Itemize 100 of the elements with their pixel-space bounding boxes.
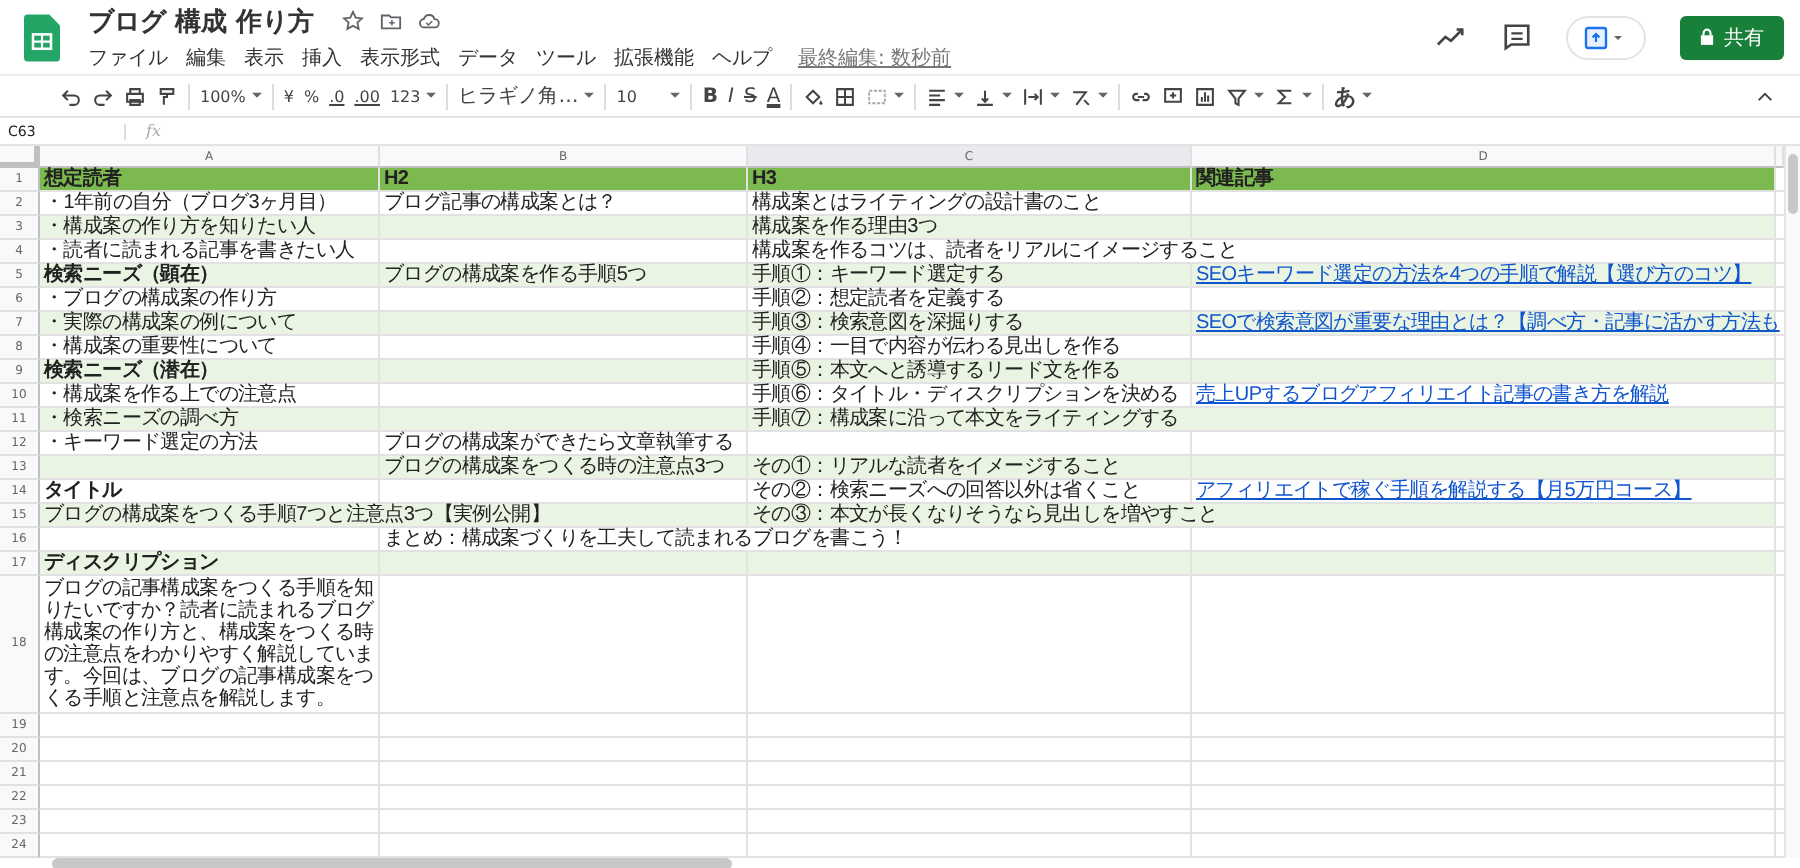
menu-item[interactable]: 表示形式 bbox=[360, 43, 440, 71]
merge-cells-icon[interactable] bbox=[866, 85, 889, 107]
text-color-button[interactable]: A bbox=[766, 85, 781, 107]
menu-item[interactable]: 拡張機能 bbox=[614, 43, 694, 71]
table-cell: ・検索ニーズの調べ方 bbox=[40, 408, 380, 432]
menu-item[interactable]: ヘルプ bbox=[712, 43, 772, 71]
table-cell: 想定読者 bbox=[40, 168, 380, 192]
link[interactable]: アフィリエイトで稼ぐ手順を解説する【月5万円コース】 bbox=[1192, 480, 1776, 504]
table-cell: ・実際の構成案の例について bbox=[40, 312, 380, 336]
filter-icon[interactable] bbox=[1226, 85, 1249, 107]
menu-item[interactable]: 編集 bbox=[186, 43, 226, 71]
link[interactable]: SEOキーワード選定の方法を4つの手順で解説【選び方のコツ】 bbox=[1192, 264, 1776, 288]
text-wrap-icon[interactable] bbox=[1022, 85, 1045, 107]
print-icon[interactable] bbox=[124, 85, 146, 107]
table-cell: ブログの構成案をつくる時の注意点3つ bbox=[380, 456, 748, 480]
redo-icon[interactable] bbox=[92, 85, 114, 107]
caret-icon[interactable] bbox=[954, 92, 965, 100]
document-title[interactable]: ブログ 構成 作り方 bbox=[88, 3, 315, 39]
horizontal-scrollbar[interactable] bbox=[52, 858, 732, 868]
table-cell: ブログの構成案ができたら文章執筆する bbox=[380, 432, 748, 456]
menu-item[interactable]: 表示 bbox=[244, 43, 284, 71]
input-tools-button[interactable]: あ bbox=[1334, 81, 1357, 111]
table-cell: ・構成案を作る上での注意点 bbox=[40, 384, 380, 408]
font-size-select[interactable]: 10 bbox=[616, 87, 637, 105]
table-cell: 手順⑦：構成案に沿って本文をライティングする bbox=[748, 408, 1776, 432]
currency-button[interactable]: ¥ bbox=[283, 87, 294, 105]
table-cell: 手順①：キーワード選定する bbox=[748, 264, 1192, 288]
paint-format-icon[interactable] bbox=[156, 85, 178, 107]
decrease-decimals-button[interactable]: .0 bbox=[329, 87, 345, 105]
fx-label: fx bbox=[146, 122, 161, 140]
caret-icon[interactable] bbox=[1362, 92, 1373, 100]
menu-item[interactable]: 挿入 bbox=[302, 43, 342, 71]
caret-icon[interactable] bbox=[670, 92, 681, 100]
fill-color-icon[interactable] bbox=[802, 85, 825, 107]
table-cell: 構成案とはライティングの設計書のこと bbox=[748, 192, 1192, 216]
table-cell: 手順⑥：タイトル・ディスクリプションを決める bbox=[748, 384, 1192, 408]
table-cell: H2 bbox=[380, 168, 748, 192]
cloud-icon[interactable] bbox=[418, 10, 441, 32]
bold-button[interactable]: B bbox=[702, 85, 719, 107]
table-cell: まとめ：構成案づくりを工夫して読まれるブログを書こう！ bbox=[380, 528, 1192, 552]
sigma-icon[interactable] bbox=[1274, 85, 1297, 107]
table-cell: その③：本文が長くなりそうなら見出しを増やすこと bbox=[748, 504, 1776, 528]
folder-icon[interactable] bbox=[380, 10, 403, 32]
table-cell: その①：リアルな読者をイメージすること bbox=[748, 456, 1192, 480]
table-cell: ・1年前の自分（ブログ3ヶ月目） bbox=[40, 192, 380, 216]
table-cell: タイトル bbox=[40, 480, 380, 504]
caret-icon[interactable] bbox=[1050, 92, 1061, 100]
caret-icon[interactable] bbox=[426, 92, 437, 100]
align-bottom-icon[interactable] bbox=[974, 85, 997, 107]
share-button[interactable]: 共有 bbox=[1680, 15, 1784, 59]
table-cell: ・構成案の重要性について bbox=[40, 336, 380, 360]
last-edit-link[interactable]: 最終編集: 数秒前 bbox=[798, 43, 952, 71]
menu-item[interactable]: データ bbox=[458, 43, 518, 71]
strikethrough-button[interactable]: S bbox=[744, 85, 757, 107]
table-cell: 手順④：一目で内容が伝わる見出しを作る bbox=[748, 336, 1192, 360]
table-cell: その②：検索ニーズへの回答以外は省くこと bbox=[748, 480, 1192, 504]
caret-icon[interactable] bbox=[584, 92, 595, 100]
menu-item[interactable]: ツール bbox=[536, 43, 596, 71]
font-select[interactable]: ヒラギノ角… bbox=[458, 82, 579, 110]
caret-icon[interactable] bbox=[1302, 92, 1313, 100]
caret-icon[interactable] bbox=[894, 92, 905, 100]
zoom-select[interactable]: 100% bbox=[200, 87, 246, 105]
table-cell: ブログの記事構成案をつくる手順を知りたいですか？読者に読まれるブログ構成案の作り方と、構成案をつくる時の注意点をわかりやすく解説しています。今回は、ブログの記事構成案をつくる手順と注意点を解説します。 bbox=[40, 576, 380, 714]
table-cell: ・読者に読まれる記事を書きたい人 bbox=[40, 240, 380, 264]
italic-button[interactable]: I bbox=[728, 85, 734, 107]
borders-icon[interactable] bbox=[834, 85, 857, 107]
text-rotate-icon[interactable] bbox=[1070, 85, 1093, 107]
number-format-button[interactable]: 123 bbox=[389, 87, 421, 105]
increase-decimals-button[interactable]: .00 bbox=[354, 87, 380, 105]
table-cell: H3 bbox=[748, 168, 1192, 192]
caret-icon[interactable] bbox=[251, 92, 262, 100]
menu-item[interactable]: ファイル bbox=[88, 43, 168, 71]
percent-button[interactable]: % bbox=[303, 87, 320, 105]
table-cell: 検索ニーズ（潜在） bbox=[40, 360, 380, 384]
table-cell: 手順②：想定読者を定義する bbox=[748, 288, 1192, 312]
table-cell: ・キーワード選定の方法 bbox=[40, 432, 380, 456]
table-cell: 手順⑤：本文へと誘導するリード文を作る bbox=[748, 360, 1192, 384]
caret-icon[interactable] bbox=[1254, 92, 1265, 100]
caret-icon[interactable] bbox=[1002, 92, 1013, 100]
undo-icon[interactable] bbox=[60, 85, 82, 107]
present-icon bbox=[1584, 25, 1628, 49]
table-cell: ディスクリプション bbox=[40, 552, 380, 576]
table-cell: 関連記事 bbox=[1192, 168, 1776, 192]
table-cell: ・ブログの構成案の作り方 bbox=[40, 288, 380, 312]
table-cell: 手順③：検索意図を深掘りする bbox=[748, 312, 1192, 336]
caret-icon[interactable] bbox=[1098, 92, 1109, 100]
comment-add-icon[interactable] bbox=[1162, 85, 1185, 107]
table-cell: 構成案を作るコツは、読者をリアルにイメージすること bbox=[748, 240, 1776, 264]
table-cell: ブログ記事の構成案とは？ bbox=[380, 192, 748, 216]
align-left-icon[interactable] bbox=[926, 85, 949, 107]
chart-icon[interactable] bbox=[1194, 85, 1217, 107]
comment-icon[interactable] bbox=[1502, 22, 1532, 52]
star-icon[interactable] bbox=[342, 10, 365, 32]
table-cell: ブログの構成案をつくる手順7つと注意点3つ【実例公開】 bbox=[40, 504, 748, 528]
sheets-logo-icon[interactable] bbox=[24, 13, 60, 61]
link[interactable]: 売上UPするブログアフィリエイト記事の書き方を解説 bbox=[1192, 384, 1776, 408]
link[interactable]: SEOで検索意図が重要な理由とは？【調べ方・記事に活かす方法も bbox=[1192, 312, 1776, 336]
vertical-scrollbar[interactable] bbox=[1784, 146, 1800, 858]
present-button[interactable] bbox=[1568, 17, 1644, 57]
table-cell: 構成案を作る理由3つ bbox=[748, 216, 1192, 240]
